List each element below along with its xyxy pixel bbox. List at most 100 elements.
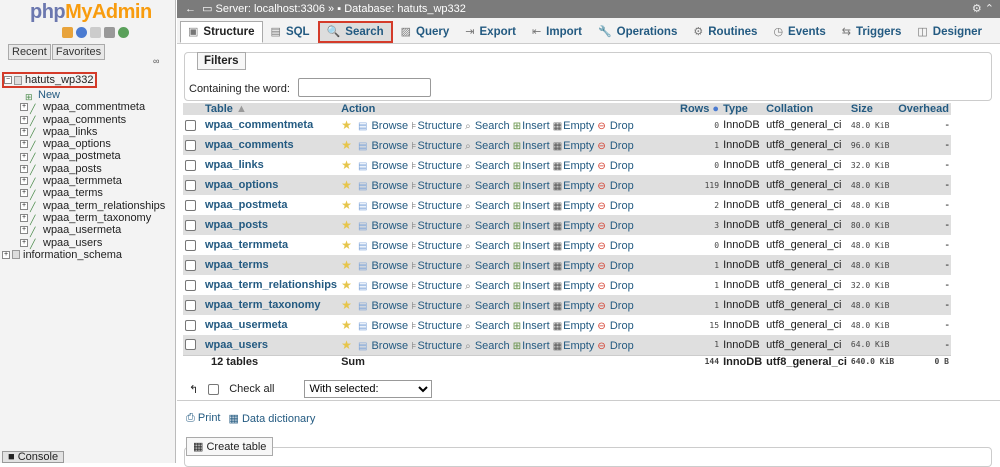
tree-table-wpaa_usermeta[interactable]: + ╱ wpaa_usermeta xyxy=(2,224,174,237)
row-checkbox[interactable] xyxy=(185,199,196,211)
structure-link[interactable]: ⊧Structure xyxy=(411,180,462,192)
structure-link[interactable]: ⊧Structure xyxy=(411,280,462,292)
favorite-star-icon[interactable]: ★ xyxy=(341,318,352,332)
header-table[interactable]: Table ▲ xyxy=(203,103,340,115)
drop-link[interactable]: ⊖ Drop xyxy=(597,120,633,132)
tree-table-wpaa_comments[interactable]: + ╱ wpaa_comments xyxy=(2,114,174,126)
recent-tab[interactable]: Recent xyxy=(8,44,51,60)
expand-icon[interactable]: + xyxy=(20,238,28,247)
row-size[interactable]: 96.0 KiB xyxy=(848,135,897,155)
breadcrumb-database[interactable]: Database: hatuts_wp332 xyxy=(344,3,466,15)
insert-link[interactable]: ⊞Insert xyxy=(513,300,550,312)
drop-link[interactable]: ⊖ Drop xyxy=(597,180,633,192)
tree-table-wpaa_options[interactable]: + ╱ wpaa_options xyxy=(2,138,174,151)
tree-table-wpaa_term_relationships[interactable]: + ╱ wpaa_term_relationships xyxy=(2,200,174,212)
row-checkbox[interactable] xyxy=(185,299,196,311)
browse-link[interactable]: ▤ Browse xyxy=(358,260,408,272)
favorites-tab[interactable]: Favorites xyxy=(51,44,106,60)
filter-input[interactable] xyxy=(298,78,431,97)
insert-link[interactable]: ⊞Insert xyxy=(513,340,550,352)
insert-link[interactable]: ⊞Insert xyxy=(513,180,550,192)
insert-link[interactable]: ⊞Insert xyxy=(513,260,550,272)
drop-link[interactable]: ⊖ Drop xyxy=(597,140,633,152)
table-name-link[interactable]: wpaa_posts xyxy=(203,215,340,235)
header-type[interactable]: Type xyxy=(721,103,765,115)
table-name-link[interactable]: wpaa_users xyxy=(203,335,340,355)
tab-triggers[interactable]: ⇆ Triggers xyxy=(834,21,910,43)
favorite-star-icon[interactable]: ★ xyxy=(341,218,352,232)
browse-link[interactable]: ▤ Browse xyxy=(358,240,408,252)
browse-link[interactable]: ▤ Browse xyxy=(358,120,408,132)
row-size[interactable]: 48.0 KiB xyxy=(848,235,897,255)
print-link[interactable]: ⎙ Print xyxy=(186,412,221,425)
search-link[interactable]: ⌕ Search xyxy=(465,240,510,252)
empty-link[interactable]: ▦Empty xyxy=(553,220,595,232)
table-name-link[interactable]: wpaa_postmeta xyxy=(203,195,340,215)
table-name-link[interactable]: wpaa_commentmeta xyxy=(203,115,340,135)
drop-link[interactable]: ⊖ Drop xyxy=(597,280,633,292)
tab-sql[interactable]: ▤ SQL xyxy=(263,21,318,43)
row-size[interactable]: 64.0 KiB xyxy=(848,335,897,355)
empty-link[interactable]: ▦Empty xyxy=(553,240,595,252)
header-overhead[interactable]: Overhead xyxy=(896,103,951,115)
insert-link[interactable]: ⊞Insert xyxy=(513,240,550,252)
drop-link[interactable]: ⊖ Drop xyxy=(597,220,633,232)
expand-icon[interactable]: + xyxy=(20,140,28,149)
row-size[interactable]: 32.0 KiB xyxy=(848,275,897,295)
expand-icon[interactable]: + xyxy=(20,189,28,198)
expand-icon[interactable]: + xyxy=(20,115,28,124)
tree-table-wpaa_term_taxonomy[interactable]: + ╱ wpaa_term_taxonomy xyxy=(2,212,174,225)
table-name-link[interactable]: wpaa_options xyxy=(203,175,340,195)
header-collation[interactable]: Collation xyxy=(764,103,849,115)
empty-link[interactable]: ▦Empty xyxy=(553,200,595,212)
tab-structure[interactable]: ▣ Structure xyxy=(180,21,263,43)
expand-icon[interactable]: + xyxy=(2,250,10,259)
table-name-link[interactable]: wpaa_terms xyxy=(203,255,340,275)
check-all-checkbox[interactable] xyxy=(208,383,220,395)
row-checkbox[interactable] xyxy=(185,119,196,131)
link-icon[interactable]: ∞ xyxy=(153,56,159,66)
reload-icon[interactable] xyxy=(118,27,129,38)
collapse-arrow-icon[interactable]: ← xyxy=(185,0,199,18)
row-checkbox[interactable] xyxy=(185,159,196,171)
row-size[interactable]: 48.0 KiB xyxy=(848,195,897,215)
expand-icon[interactable]: + xyxy=(20,214,28,223)
table-name-link[interactable]: wpaa_termmeta xyxy=(203,235,340,255)
expand-icon[interactable]: + xyxy=(20,152,28,161)
drop-link[interactable]: ⊖ Drop xyxy=(597,240,633,252)
search-link[interactable]: ⌕ Search xyxy=(465,300,510,312)
tab-import[interactable]: ⇤ Import xyxy=(524,21,590,43)
empty-link[interactable]: ▦Empty xyxy=(553,120,595,132)
tab-search[interactable]: 🔍 Search xyxy=(317,21,393,43)
row-size[interactable]: 48.0 KiB xyxy=(848,315,897,335)
table-name-link[interactable]: wpaa_links xyxy=(203,155,340,175)
favorite-star-icon[interactable]: ★ xyxy=(341,238,352,252)
structure-link[interactable]: ⊧Structure xyxy=(411,340,462,352)
favorite-star-icon[interactable]: ★ xyxy=(341,258,352,272)
search-link[interactable]: ⌕ Search xyxy=(465,220,510,232)
row-checkbox[interactable] xyxy=(185,279,196,291)
row-checkbox[interactable] xyxy=(185,179,196,191)
expand-icon[interactable]: + xyxy=(20,177,28,186)
browse-link[interactable]: ▤ Browse xyxy=(358,300,408,312)
drop-link[interactable]: ⊖ Drop xyxy=(597,200,633,212)
search-link[interactable]: ⌕ Search xyxy=(465,160,510,172)
tab-operations[interactable]: 🔧 Operations xyxy=(590,21,685,43)
insert-link[interactable]: ⊞Insert xyxy=(513,120,550,132)
browse-link[interactable]: ▤ Browse xyxy=(358,140,408,152)
window-controls[interactable]: ⚙ ⌃ xyxy=(972,0,994,18)
expand-icon[interactable]: + xyxy=(20,201,28,210)
header-size[interactable]: Size xyxy=(848,103,897,115)
empty-link[interactable]: ▦Empty xyxy=(553,300,595,312)
drop-link[interactable]: ⊖ Drop xyxy=(597,320,633,332)
structure-link[interactable]: ⊧Structure xyxy=(411,320,462,332)
row-checkbox[interactable] xyxy=(185,139,196,151)
expand-icon[interactable]: + xyxy=(20,164,28,173)
tree-table-wpaa_links[interactable]: + ╱ wpaa_links xyxy=(2,126,174,138)
row-checkbox[interactable] xyxy=(185,319,196,331)
expand-icon[interactable]: + xyxy=(20,226,28,235)
structure-link[interactable]: ⊧Structure xyxy=(411,120,462,132)
settings-icon[interactable] xyxy=(104,27,115,38)
favorite-star-icon[interactable]: ★ xyxy=(341,118,352,132)
tree-new[interactable]: ⊞ New xyxy=(2,89,174,102)
